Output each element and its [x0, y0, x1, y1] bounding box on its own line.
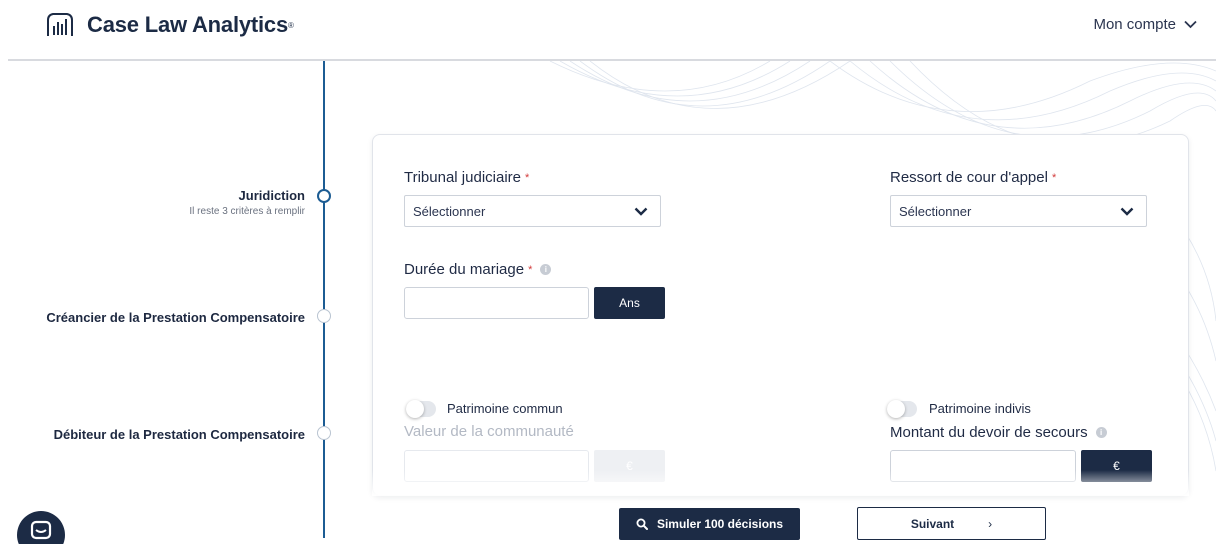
patrimoine-indivis-label: Patrimoine indivis	[929, 401, 1031, 416]
info-icon[interactable]: i	[1095, 427, 1107, 438]
chevron-down-icon	[634, 207, 648, 216]
patrimoine-commun-label: Patrimoine commun	[447, 401, 563, 416]
toggle-knob	[887, 400, 905, 418]
criteria-form-card: Tribunal judiciaire * Sélectionner Ressor…	[372, 134, 1189, 496]
step-title: Juridiction	[238, 188, 305, 203]
required-marker: *	[525, 171, 530, 184]
chevron-down-icon	[1120, 207, 1134, 216]
step-node-active[interactable]	[317, 189, 331, 203]
account-label: Mon compte	[1093, 16, 1176, 33]
brand-name: Case Law Analytics	[87, 12, 289, 37]
step-node[interactable]	[317, 309, 331, 323]
brand-logo[interactable]: Case Law Analytics ®	[45, 12, 294, 38]
chat-icon	[30, 520, 52, 540]
account-menu[interactable]: Mon compte	[1093, 16, 1197, 33]
valeur-communaute-label-text: Valeur de la communauté	[404, 423, 574, 440]
step-title: Créancier de la Prestation Compensatoire	[46, 310, 305, 325]
stepper-timeline	[323, 61, 325, 538]
ressort-select-value: Sélectionner	[899, 203, 972, 219]
app-header: Case Law Analytics ® Mon compte	[0, 0, 1216, 60]
duree-input[interactable]	[404, 287, 589, 319]
step-creancier[interactable]: Créancier de la Prestation Compensatoire	[46, 310, 305, 325]
tribunal-select-value: Sélectionner	[413, 203, 486, 219]
next-button-label: Suivant	[910, 516, 955, 531]
ressort-label: Ressort de cour d'appel *	[890, 169, 1056, 186]
patrimoine-indivis-toggle[interactable]	[887, 400, 917, 418]
devoir-secours-label-text: Montant du devoir de secours	[890, 424, 1088, 441]
duree-unit-button[interactable]: Ans	[594, 287, 665, 319]
patrimoine-commun-toggle[interactable]	[406, 400, 436, 418]
info-icon[interactable]: i	[540, 264, 552, 275]
duree-label: Durée du mariage * i	[404, 261, 552, 278]
devoir-secours-label: Montant du devoir de secours i	[890, 424, 1107, 441]
chat-launcher-button[interactable]	[17, 511, 65, 544]
required-marker: *	[1051, 171, 1057, 184]
tribunal-label-text: Tribunal judiciaire	[404, 169, 521, 186]
step-juridiction[interactable]: Juridiction Il reste 3 critères à rempli…	[189, 188, 305, 217]
search-icon	[636, 518, 648, 530]
step-title: Débiteur de la Prestation Compensatoire	[53, 427, 305, 442]
step-debiteur[interactable]: Débiteur de la Prestation Compensatoire	[54, 427, 305, 442]
chevron-right-icon: ›	[988, 516, 993, 531]
simulate-button[interactable]: Simuler 100 décisions	[619, 508, 800, 540]
logo-icon	[47, 13, 73, 36]
step-node[interactable]	[317, 426, 331, 440]
ressort-select[interactable]: Sélectionner	[890, 195, 1147, 227]
duree-label-text: Durée du mariage	[404, 261, 525, 278]
simulate-button-label: Simuler 100 décisions	[656, 517, 784, 531]
next-button[interactable]: Suivant ›	[857, 507, 1046, 540]
ressort-label-text: Ressort de cour d'appel	[890, 169, 1048, 186]
step-subtitle: Il reste 3 critères à remplir	[189, 206, 305, 217]
required-marker: *	[528, 263, 533, 276]
card-bottom-fade	[372, 470, 1189, 496]
valeur-communaute-label: Valeur de la communauté	[404, 423, 574, 440]
brand-registered-mark: ®	[288, 20, 294, 30]
toggle-knob	[406, 400, 424, 418]
tribunal-label: Tribunal judiciaire *	[404, 169, 529, 186]
chevron-down-icon	[1184, 20, 1197, 29]
tribunal-select[interactable]: Sélectionner	[404, 195, 661, 227]
